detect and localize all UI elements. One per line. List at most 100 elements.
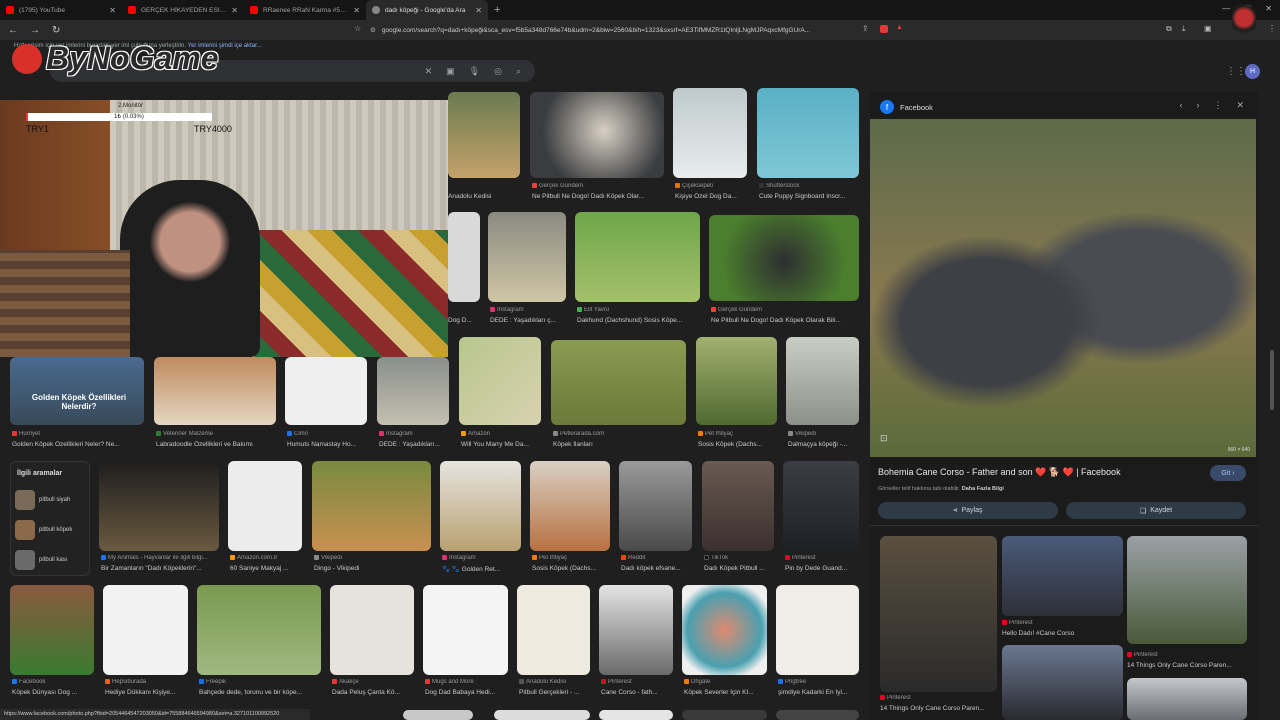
result-title[interactable]: Golden Köpek Özellikleri Neler? Ne... [12,441,144,448]
lens-icon[interactable]: ◎ [494,66,502,77]
result-title[interactable]: Pitbull Gerçekleri - ... [519,689,590,696]
forward-icon[interactable]: → [30,25,44,36]
close-window-icon[interactable]: ✕ [1265,4,1272,13]
result-title[interactable]: 🐾 🐾 Golden Ret... [442,565,521,573]
result-image[interactable] [551,340,686,425]
result-title[interactable]: Hediye Dükkanı Kişiye... [105,689,188,696]
related-item[interactable]: pitbull köpek [15,518,87,542]
result-image[interactable] [682,710,767,720]
result-title[interactable]: Ne Pitbull Ne Dogo! Dadı Köpek Olar... [532,193,662,200]
result-title[interactable]: Bir Zamanların "Dadı Köpeklerin"... [101,565,219,572]
save-button[interactable]: ❏ Kaydet [1066,502,1246,519]
result-title[interactable]: Dingo - Vikipedi [314,565,431,572]
related-image[interactable] [1127,536,1247,644]
result-image[interactable] [228,461,302,551]
result-title[interactable]: Kişiye Özel Dog Da... [675,193,747,200]
result-title[interactable]: Will You Marry Me Da... [461,441,541,448]
result-title[interactable]: Labradoodle Özellikleri ve Bakımı [156,441,276,448]
minimize-icon[interactable]: — [1222,4,1230,13]
preview-image[interactable]: ⊡ 960 × 640 [870,119,1256,457]
result-title[interactable]: Cute Puppy Signboard Inscr... [759,193,859,200]
result-image[interactable] [530,461,610,551]
tab-2[interactable]: GERÇEK HİKAYEDEN ESİNLENEN TÜRK ✕ [122,0,244,20]
result-image[interactable] [488,212,566,302]
back-icon[interactable]: ← [8,25,22,36]
result-image[interactable] [575,212,700,302]
result-title[interactable]: 60 Saniye Makyaj ... [230,565,302,572]
result-title[interactable]: DEDE : Yaşadıkları... [379,441,449,448]
result-title[interactable]: Sosis Köpek (Dachs... [698,441,777,448]
result-image[interactable] [599,585,673,675]
result-image[interactable] [757,88,859,178]
result-image[interactable] [619,461,692,551]
downloads-icon[interactable]: ⤓ [1182,24,1186,34]
result-title[interactable]: Köpek Dünyası Dog ... [12,689,94,696]
more-info-link[interactable]: Daha Fazla Bilgi [962,486,1004,492]
mic-icon[interactable]: 🎙 [469,66,480,77]
result-title[interactable]: Ne Pitbull Ne Dogo! Dadı Köpek Olarak Bi… [711,317,859,324]
extension-icon[interactable] [880,25,888,33]
search-icon[interactable]: ⌕ [516,66,521,77]
address-bar[interactable]: ⚙ google.com/search?q=dadı+köpeği&sca_es… [370,22,910,38]
result-title[interactable]: Anadolu Kedisi [448,193,520,200]
result-image[interactable] [154,357,276,425]
result-image[interactable] [599,710,673,720]
share-button[interactable]: ⪡ Paylaş [878,502,1058,519]
close-icon[interactable]: ✕ [231,6,238,15]
result-title[interactable]: Humuts Namastay Ho... [287,441,367,448]
result-image[interactable] [285,357,367,425]
result-title[interactable]: Sosis Köpek (Dachs... [532,565,610,572]
result-image[interactable] [709,215,859,301]
alert-icon[interactable]: ▲ [896,24,903,31]
result-image[interactable] [99,461,219,551]
sidebar-icon[interactable]: ▣ [1204,24,1212,33]
result-image[interactable] [783,461,859,551]
result-title[interactable]: Dakhund (Dachshund) Sosis Köpe... [577,317,699,324]
related-image[interactable] [1002,645,1123,720]
site-info-icon[interactable]: ⚙ [370,26,376,34]
result-title[interactable]: Dog Dad Babaya Hedi... [425,689,508,696]
lens-search-icon[interactable]: ⊡ [880,433,888,444]
close-icon[interactable]: ✕ [353,6,360,15]
tab-3[interactable]: RRaenee RRaN Karma #58 İstiyor - YouTube… [244,0,366,20]
result-image[interactable] [696,337,777,425]
result-title[interactable]: DEDE : Yaşadıkları ç... [490,317,566,324]
close-icon[interactable]: ✕ [109,6,116,15]
related-title[interactable]: 14 Things Only Cane Corso Paren... [880,705,997,712]
close-icon[interactable]: ✕ [475,6,482,15]
result-title[interactable]: Bahçede dede, torunu ve bir köpe... [199,689,321,696]
result-image[interactable] [103,585,188,675]
next-icon[interactable]: › [1196,100,1199,111]
related-item[interactable]: pitbull kası [15,548,87,572]
avatar[interactable]: H [1245,64,1260,79]
result-image[interactable] [10,585,94,675]
result-image[interactable] [776,585,859,675]
result-title[interactable]: Dadı Köpek Pitbull ... [704,565,774,572]
result-title[interactable]: Pin by Dede Guand... [785,565,859,572]
result-image[interactable] [776,710,859,720]
share-icon[interactable]: ⇪ [862,24,869,33]
visit-button[interactable]: Git › [1210,465,1246,481]
result-title[interactable]: Dada Peluş Çanta Kö... [332,689,414,696]
result-title[interactable]: şimdiye Kadarki En İyi... [778,689,859,696]
result-title[interactable]: Dalmaçya köpeği -... [788,441,859,448]
related-title[interactable]: Hello Dadı! #Cane Corso [1002,630,1122,637]
result-title[interactable]: Köpek İlanları [553,441,685,448]
extensions-icon[interactable]: ⧉ [1166,24,1172,34]
result-image[interactable] [673,88,747,178]
more-icon[interactable]: ⋮ [1213,100,1222,111]
result-image[interactable] [440,461,521,551]
scrollbar[interactable] [1270,350,1274,410]
result-image[interactable] [494,710,590,720]
related-image[interactable] [1002,536,1123,616]
bookmark-star-icon[interactable]: ☆ [354,24,361,33]
new-tab-button[interactable]: + [494,4,500,16]
related-image[interactable] [1127,678,1247,720]
preview-title[interactable]: Bohemia Cane Corso - Father and son ❤️ 🐕… [878,467,1198,478]
tab-4-active[interactable]: dadı köpeği - Google'da Ara ✕ [366,0,488,20]
result-image[interactable] [423,585,508,675]
result-image[interactable] [459,337,541,425]
result-image[interactable] [197,585,321,675]
result-title[interactable]: Dadı köpek efsane... [621,565,692,572]
result-image[interactable] [403,710,473,720]
